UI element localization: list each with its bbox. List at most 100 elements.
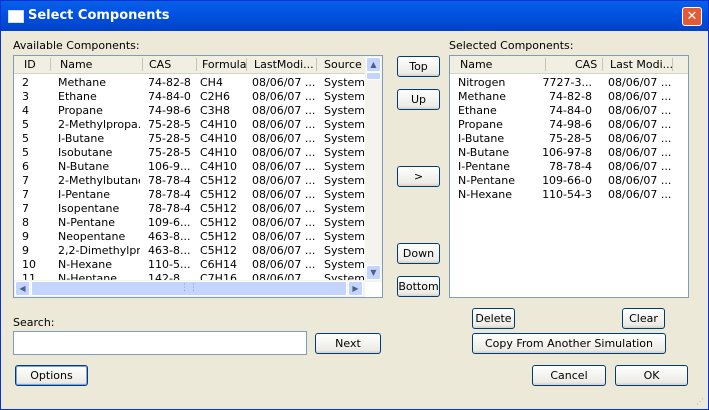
- cell-source: System: [324, 76, 366, 89]
- column-header-lastmodified[interactable]: LastModi...: [254, 58, 314, 71]
- cell-source: System: [324, 118, 366, 131]
- cell-cas: 75-28-5: [148, 146, 191, 159]
- cell-id: 2: [22, 76, 29, 89]
- cell-name: N-Butane: [58, 160, 110, 173]
- selected-component-row[interactable]: Ethane 74-84-0 08/06/07 ...: [450, 104, 688, 118]
- selected-component-row[interactable]: Nitrogen 7727-3... 08/06/07 ...: [450, 76, 688, 90]
- cell-formula: C6H14: [200, 258, 237, 271]
- available-components-label: Available Components:: [13, 39, 140, 52]
- cell-lastmodified: 08/06/07 ...: [608, 118, 672, 131]
- cell-cas: 74-82-8: [549, 90, 592, 103]
- cell-id: 3: [22, 90, 29, 103]
- move-bottom-button[interactable]: Bottom: [397, 276, 440, 297]
- selected-component-row[interactable]: I-Butane 75-28-5 08/06/07 ...: [450, 132, 688, 146]
- cell-formula: C4H10: [200, 118, 237, 131]
- available-component-row[interactable]: 7 I-Pentane 78-78-4 C5H12 08/06/07 ... System: [14, 188, 382, 202]
- selected-component-row[interactable]: Methane 74-82-8 08/06/07 ...: [450, 90, 688, 104]
- cell-lastmodified: 08/06/07 ...: [252, 216, 316, 229]
- move-up-button[interactable]: Up: [397, 89, 440, 110]
- cell-name: N-Pentane: [458, 174, 515, 187]
- move-down-button[interactable]: Down: [397, 243, 440, 264]
- title-bar[interactable]: Select Components ✕: [1, 1, 708, 31]
- cell-cas: 109-66-0: [542, 174, 592, 187]
- available-component-row[interactable]: 7 2-Methylbutane 78-78-4 C5H12 08/06/07 ... S…: [14, 174, 382, 188]
- column-header-cas[interactable]: CAS: [575, 58, 597, 71]
- window-title: Select Components: [28, 8, 170, 23]
- add-component-button[interactable]: >: [397, 166, 440, 187]
- cell-name: N-Butane: [458, 146, 510, 159]
- column-header-source[interactable]: Source: [324, 58, 362, 71]
- cell-cas: 74-98-6: [148, 104, 191, 117]
- clear-button[interactable]: Clear: [622, 308, 665, 329]
- column-header-cas[interactable]: CAS: [149, 58, 171, 71]
- scroll-down-arrow-icon[interactable]: ▼: [366, 265, 381, 280]
- selected-component-row[interactable]: N-Butane 106-97-8 08/06/07 ...: [450, 146, 688, 160]
- cell-source: System: [324, 160, 366, 173]
- column-header-id[interactable]: ID: [24, 58, 36, 71]
- cell-name: Ethane: [458, 104, 497, 117]
- available-component-row[interactable]: 9 2,2-Dimethylpr... 463-8... C5H12 08/06/07 …: [14, 244, 382, 258]
- cell-id: 7: [22, 174, 29, 187]
- cell-lastmodified: 08/06/07 ...: [252, 202, 316, 215]
- available-components-list[interactable]: ID Name CAS Formula LastModi... Source 2…: [13, 55, 383, 298]
- cell-lastmodified: 08/06/07 ...: [252, 188, 316, 201]
- cell-cas: 75-28-5: [148, 118, 191, 131]
- cell-formula: C5H12: [200, 174, 237, 187]
- cell-id: 9: [22, 244, 29, 257]
- cell-cas: 74-84-0: [549, 104, 592, 117]
- cell-lastmodified: 08/06/07 ...: [252, 174, 316, 187]
- selected-component-row[interactable]: I-Pentane 78-78-4 08/06/07 ...: [450, 160, 688, 174]
- available-component-row[interactable]: 8 N-Pentane 109-6... C5H12 08/06/07 ... Syste…: [14, 216, 382, 230]
- available-component-row[interactable]: 5 2-Methylpropa... 75-28-5 C4H10 08/06/07 ..…: [14, 118, 382, 132]
- selected-components-list[interactable]: Name CAS Last Modi... Nitrogen 7727-3... 0…: [449, 55, 689, 298]
- scroll-up-arrow-icon[interactable]: ▲: [366, 57, 381, 72]
- options-button[interactable]: Options: [15, 365, 88, 386]
- cell-lastmodified: 08/06/07 ...: [252, 118, 316, 131]
- available-component-row[interactable]: 2 Methane 74-82-8 CH4 08/06/07 ... System: [14, 76, 382, 90]
- available-component-row[interactable]: 7 Isopentane 78-78-4 C5H12 08/06/07 ... Syste…: [14, 202, 382, 216]
- next-button[interactable]: Next: [315, 333, 381, 354]
- column-header-name[interactable]: Name: [460, 58, 492, 71]
- horizontal-scroll-thumb[interactable]: ⋮⋮: [31, 281, 347, 296]
- delete-button[interactable]: Delete: [472, 308, 515, 329]
- cell-cas: 78-78-4: [549, 160, 592, 173]
- available-component-row[interactable]: 9 Neopentane 463-8... C5H12 08/06/07 ... Syst…: [14, 230, 382, 244]
- selected-component-row[interactable]: N-Hexane 110-54-3 08/06/07 ...: [450, 188, 688, 202]
- cell-lastmodified: 08/06/07 ...: [252, 146, 316, 159]
- cell-formula: C4H10: [200, 160, 237, 173]
- available-component-row[interactable]: 5 I-Butane 75-28-5 C4H10 08/06/07 ... System: [14, 132, 382, 146]
- vertical-scroll-thumb[interactable]: [366, 72, 381, 80]
- close-button[interactable]: ✕: [682, 7, 702, 26]
- scroll-right-arrow-icon[interactable]: ▶: [348, 281, 363, 296]
- column-header-name[interactable]: Name: [60, 58, 92, 71]
- selected-component-row[interactable]: Propane 74-98-6 08/06/07 ...: [450, 118, 688, 132]
- available-component-row[interactable]: 10 N-Hexane 110-5... C6H14 08/06/07 ... Syste…: [14, 258, 382, 272]
- cell-lastmodified: 08/06/07 ...: [252, 230, 316, 243]
- cell-lastmodified: 08/06/07 ...: [608, 160, 672, 173]
- cell-cas: 106-9...: [148, 160, 191, 173]
- scroll-left-arrow-icon[interactable]: ◀: [15, 281, 30, 296]
- column-header-formula[interactable]: Formula: [202, 58, 246, 71]
- cell-formula: CH4: [200, 76, 223, 89]
- move-top-button[interactable]: Top: [397, 56, 440, 77]
- cell-lastmodified: 08/06/07 ...: [608, 174, 672, 187]
- available-component-row[interactable]: 3 Ethane 74-84-0 C2H6 08/06/07 ... System: [14, 90, 382, 104]
- selected-component-row[interactable]: N-Pentane 109-66-0 08/06/07 ...: [450, 174, 688, 188]
- available-vertical-scrollbar[interactable]: ▲ ▼: [365, 56, 382, 282]
- cancel-button[interactable]: Cancel: [532, 365, 606, 386]
- cell-name: Propane: [58, 104, 103, 117]
- cell-cas: 110-5...: [148, 258, 191, 271]
- copy-from-another-simulation-button[interactable]: Copy From Another Simulation: [472, 333, 666, 354]
- ok-button[interactable]: OK: [615, 365, 688, 386]
- available-component-row[interactable]: 5 Isobutane 75-28-5 C4H10 08/06/07 ... System: [14, 146, 382, 160]
- resize-grip-icon[interactable]: ⋰: [696, 397, 706, 407]
- available-horizontal-scrollbar[interactable]: ◀ ⋮⋮ ▶: [14, 280, 365, 297]
- cell-name: Isopentane: [58, 202, 120, 215]
- search-input[interactable]: [13, 331, 307, 355]
- cell-lastmodified: 08/06/07 ...: [608, 90, 672, 103]
- available-component-row[interactable]: 6 N-Butane 106-9... C4H10 08/06/07 ... System: [14, 160, 382, 174]
- column-header-lastmodified[interactable]: Last Modi...: [610, 58, 673, 71]
- cell-lastmodified: 08/06/07 ...: [252, 104, 316, 117]
- available-component-row[interactable]: 4 Propane 74-98-6 C3H8 08/06/07 ... System: [14, 104, 382, 118]
- cell-cas: 109-6...: [148, 216, 191, 229]
